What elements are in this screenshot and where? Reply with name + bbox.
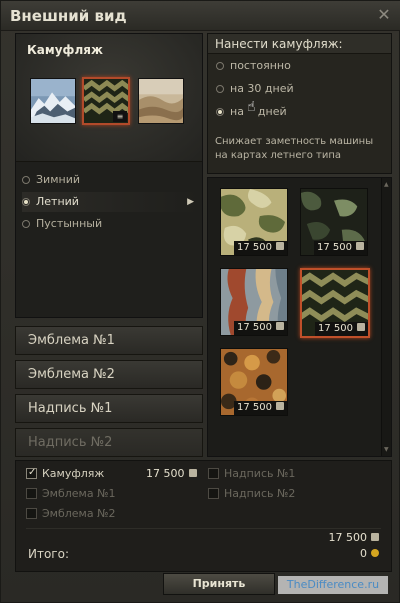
camo-tile[interactable]: 17 500 [220,348,288,416]
winter-landscape-icon [31,79,75,123]
credits-icon: ≡ [113,111,127,122]
gold-icon [371,549,379,557]
summary-camouflage-checkbox[interactable]: Камуфляж [26,466,105,481]
summary-emblem-1-checkbox[interactable]: Эмблема №1 [26,487,116,501]
summary-inscription-1-checkbox[interactable]: Надпись №1 [208,467,295,481]
grid-scrollbar[interactable]: ▲ ▼ [381,178,391,456]
desert-thumbnail[interactable] [138,78,184,124]
price-label: 17 500 [234,401,287,415]
season-label-summer: Летний [36,195,79,208]
close-icon[interactable]: ✕ [375,6,393,24]
apply-panel: Нанести камуфляж: постоянно на 30 дней н… [207,33,392,174]
desert-landscape-icon [139,79,183,123]
summary-label: Эмблема №1 [42,487,116,500]
camouflage-grid: 17 500 17 500 17 500 17 500 17 500 ▲ ▼ [207,177,392,457]
summary-emblem-2-checkbox[interactable]: Эмблема №2 [26,507,116,521]
tab-emblem-2[interactable]: Эмблема №2 [15,360,203,389]
season-label-winter: Зимний [36,173,80,186]
camouflage-title: Камуфляж [27,43,103,57]
checkbox-icon [208,488,219,499]
window-title: Внешний вид [10,7,127,25]
radio-icon [216,62,224,70]
duration-option-permanent[interactable]: постоянно [216,58,291,74]
camo-tile[interactable]: 17 500 [220,188,288,256]
checkbox-icon [26,488,37,499]
camouflage-panel: Камуфляж ≡ Зимний Летний ▶ Пустынный [15,33,203,318]
summary-label: Надпись №2 [224,487,296,500]
left-panel: Камуфляж ≡ Зимний Летний ▶ Пустынный Эмб… [15,33,203,457]
season-option-desert[interactable]: Пустынный [22,214,198,234]
radio-selected-icon [216,108,224,116]
price-label: 17 500 [234,321,287,335]
summary-camouflage-price: 17 500 [146,467,197,480]
credits-icon [276,242,284,250]
accept-button[interactable]: Принять [163,573,275,595]
credits-icon [276,322,284,330]
duration-label: на дней [230,105,287,118]
season-option-summer[interactable]: Летний ▶ [22,192,198,212]
hand-cursor-icon: ☝ [247,99,256,115]
camo-tile[interactable]: 17 500 [300,188,368,256]
camouflage-description: Снижает заметность машины на картах летн… [215,136,374,161]
purchase-summary: Камуфляж 17 500 Эмблема №1 Эмблема №2 На… [15,460,392,572]
summary-inscription-2-checkbox[interactable]: Надпись №2 [208,487,295,501]
tab-inscription-1[interactable]: Надпись №1 [15,394,203,423]
credits-icon [357,323,365,331]
camo-tile-selected[interactable]: 17 500 [300,268,370,338]
duration-label: на 30 дней [230,82,294,95]
winter-thumbnail[interactable] [30,78,76,124]
total-credits: 17 500 [329,531,379,544]
customization-window: Внешний вид ✕ Камуфляж ≡ Зимний Летний ▶… [0,0,400,603]
radio-icon [216,85,224,93]
total-label: Итого: [28,547,69,561]
duration-option-30-days[interactable]: на 30 дней [216,81,294,97]
price-label: 17 500 [315,322,368,336]
price-label: 17 500 [314,241,367,255]
tab-inscription-2[interactable]: Надпись №2 [15,428,203,457]
apply-title: Нанести камуфляж: [215,37,343,51]
summary-label: Надпись №1 [224,467,296,480]
season-option-winter[interactable]: Зимний [22,170,198,190]
checkbox-checked-icon [26,466,37,480]
arrow-right-icon: ▶ [187,197,194,207]
camo-tile[interactable]: 17 500 [220,268,288,336]
price-label: 17 500 [234,241,287,255]
checkbox-icon [26,508,37,519]
credits-icon [356,242,364,250]
summer-thumbnail[interactable]: ≡ [82,77,130,125]
total-gold: 0 [360,547,379,560]
camouflage-header: Камуфляж ≡ [16,34,202,162]
credits-icon [276,402,284,410]
watermark: TheDifference.ru [278,576,388,594]
checkbox-icon [208,468,219,479]
credits-icon [371,533,379,541]
scroll-up-icon[interactable]: ▲ [384,181,389,188]
radio-icon [22,220,30,228]
summary-divider [26,528,381,529]
title-bar: Внешний вид ✕ [1,1,400,31]
scroll-down-icon[interactable]: ▼ [384,446,389,453]
season-label-desert: Пустынный [36,217,103,230]
summary-label: Эмблема №2 [42,507,116,520]
duration-label: постоянно [230,59,291,72]
apply-header: Нанести камуфляж: [208,34,391,54]
credits-icon [188,469,197,477]
tab-emblem-1[interactable]: Эмблема №1 [15,326,203,355]
radio-icon [22,176,30,184]
radio-selected-icon [22,198,30,206]
summary-label: Камуфляж [42,467,105,480]
